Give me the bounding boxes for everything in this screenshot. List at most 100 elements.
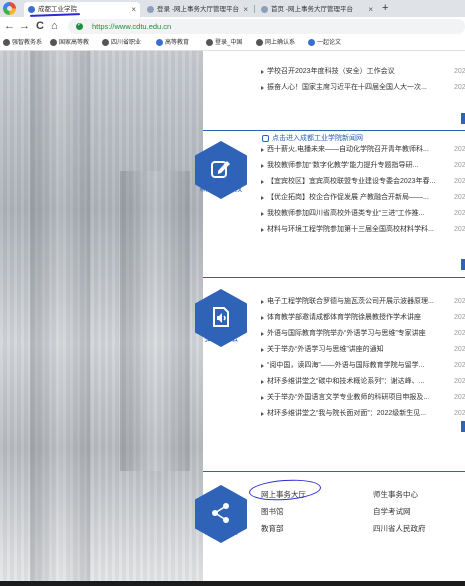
item-title[interactable]: 体育教学部邀请成都体育学院徐晨教授作学术讲座 [267, 310, 453, 326]
item-title[interactable]: 学校召开2023年度科技（安全）工作会议 [267, 64, 453, 80]
news-list: 学校召开2023年度科技（安全）工作会议 202 振奋人心！国家主席习近平在十四届… [255, 64, 465, 96]
tab-close-icon[interactable]: × [131, 2, 136, 17]
back-button[interactable]: ← [4, 18, 15, 35]
list-item[interactable]: 材料与环境工程学院参加第十三届全国高校材料学科... 202 [255, 222, 465, 238]
link-service-center[interactable]: 师生事务中心 [373, 489, 418, 500]
more-tab[interactable] [461, 113, 465, 124]
list-item[interactable]: 【宜宾校区】宜宾高校联盟专业建设专委会2023年春... 202 [255, 174, 465, 190]
tab-separator [254, 5, 255, 13]
link-library[interactable]: 图书馆 [261, 506, 284, 517]
bullet-icon [261, 164, 264, 168]
list-item[interactable]: 我校教师参加“‘数字化教学’能力提升专题指导研... 202 [255, 158, 465, 174]
list-item[interactable]: 振奋人心！国家主席习近平在十四届全国人大一次... 202 [255, 80, 465, 96]
link-self-exam[interactable]: 自学考试网 [373, 506, 411, 517]
web-page: 学校召开2023年度科技（安全）工作会议 202 振奋人心！国家主席习近平在十四届… [0, 51, 465, 581]
item-title[interactable]: 西十薪火,电播未来——自动化学院召开青年教师科... [267, 142, 453, 158]
list-item[interactable]: 关于举办“外语学习与思维”讲座的通知 202 [255, 342, 465, 358]
lecture-list: 电子工程学院联合罗德与施瓦茨公司开展示波器原理... 202 体育教学部邀请成都体… [255, 294, 465, 422]
bullet-icon [261, 412, 264, 416]
bullet-icon [261, 228, 264, 232]
browser-logo-icon [3, 2, 16, 15]
new-era-label: 新时代高教 [199, 183, 243, 193]
list-item[interactable]: 电子工程学院联合罗德与施瓦茨公司开展示波器原理... 202 [255, 294, 465, 310]
item-date: 202 [454, 84, 465, 91]
tab-close-icon[interactable]: × [368, 2, 373, 17]
bookmark-item[interactable]: 强智教务系 [3, 36, 48, 51]
item-date: 202 [454, 194, 465, 201]
bookmark-item[interactable]: 国家高等教 [50, 36, 100, 51]
bookmark-label: 高等教育 [165, 40, 190, 46]
bullet-icon [261, 148, 264, 152]
item-date: 202 [454, 226, 465, 233]
item-title[interactable]: 振奋人心！国家主席习近平在十四届全国人大一次... [267, 80, 453, 96]
item-title[interactable]: 材环多维讲堂之“碳中和技术概论系列”：谢达峰、... [267, 374, 453, 390]
list-item[interactable]: 西十薪火,电播未来——自动化学院召开青年教师科... 202 [255, 142, 465, 158]
bullet-icon [261, 396, 264, 400]
bullet-icon [261, 300, 264, 304]
new-tab-button[interactable]: + [382, 0, 388, 17]
item-title[interactable]: 材料与环境工程学院参加第十三届全国高校材料学科... [267, 222, 453, 238]
reload-button[interactable]: C [36, 18, 44, 35]
tab-home[interactable]: 首页 -网上事务大厅管理平台 × [257, 2, 377, 17]
bullet-icon [261, 70, 264, 74]
bookmark-item[interactable]: 四川省职业 [102, 36, 160, 51]
news-more-label: 点击进入成都工业学院新闻网 [272, 135, 363, 142]
more-tab[interactable] [461, 421, 465, 432]
item-title[interactable]: 关于举办“外国语言文学专业教师的科研项目申报及... [267, 390, 453, 406]
item-title[interactable]: 我校教师参加四川省高校外语类专业“三进”工作推... [267, 206, 453, 222]
list-item[interactable]: 关于举办“外国语言文学专业教师的科研项目申报及... 202 [255, 390, 465, 406]
p-icon [308, 38, 315, 46]
item-title[interactable]: 材环多维讲堂之“我与院长面对面”：2022级新生见... [267, 406, 453, 422]
item-date: 202 [454, 178, 465, 185]
list-item[interactable]: 体育教学部邀请成都体育学院徐晨教授作学术讲座 202 [255, 310, 465, 326]
bookmark-label: 四川省职业 [111, 40, 142, 46]
bullet-icon [261, 212, 264, 216]
list-item[interactable]: 外语与国际教育学院举办“外语学习与思维”专家讲座 202 [255, 326, 465, 342]
link-sichuan-gov[interactable]: 四川省人民政府 [373, 523, 426, 534]
share-icon [212, 503, 229, 523]
bullet-icon [261, 86, 264, 90]
item-title[interactable]: 外语与国际教育学院举办“外语学习与思维”专家讲座 [267, 326, 453, 342]
bookmark-item[interactable]: 登录_中国 [206, 36, 254, 51]
item-title[interactable]: 【宜宾校区】宜宾高校联盟专业建设专委会2023年春... [267, 174, 453, 190]
globe-icon [3, 38, 10, 46]
bookmark-item[interactable]: 网上确认系 [256, 36, 304, 51]
item-title[interactable]: “阅中国，读四海”——外语与国际教育学院与留学... [267, 358, 453, 374]
tab-close-icon[interactable]: × [243, 2, 248, 17]
globe-icon [102, 38, 109, 46]
audio-file-icon [213, 307, 229, 327]
item-date: 202 [454, 68, 465, 75]
item-date: 202 [454, 298, 465, 305]
tab-strip: 成都工业学院 × 登录 -网上事务大厅管理平台 × 首页 -网上事务大厅管理平台… [0, 0, 465, 17]
more-tab[interactable] [461, 259, 465, 270]
section-divider [203, 277, 465, 278]
item-date: 202 [454, 162, 465, 169]
cap-icon [256, 38, 263, 46]
link-icon [262, 134, 269, 142]
address-bar[interactable]: https://www.cdtu.edu.cn [68, 19, 465, 34]
home-button[interactable]: ⌂ [51, 18, 58, 35]
list-item[interactable]: 材环多维讲堂之“我与院长面对面”：2022级新生见... 202 [255, 406, 465, 422]
list-item[interactable]: 学校召开2023年度科技（安全）工作会议 202 [255, 64, 465, 80]
bookmark-item[interactable]: 高等教育 [156, 36, 204, 51]
tab-login[interactable]: 登录 -网上事务大厅管理平台 × [143, 2, 252, 17]
list-item[interactable]: “阅中国，读四海”——外语与国际教育学院与留学... 202 [255, 358, 465, 374]
item-title[interactable]: 我校教师参加“‘数字化教学’能力提升专题指导研... [267, 158, 453, 174]
bookmark-item[interactable]: 一起论文 [308, 36, 360, 51]
links-label: 常用链接 [203, 526, 238, 536]
item-title[interactable]: 电子工程学院联合罗德与施瓦茨公司开展示波器原理... [267, 294, 453, 310]
browser-toolbar: ← → C ⌂ https://www.cdtu.edu.cn [0, 17, 465, 36]
url-text: https://www.cdtu.edu.cn [92, 22, 172, 31]
list-item[interactable]: 我校教师参加四川省高校外语类专业“三进”工作推... 202 [255, 206, 465, 222]
list-item[interactable]: 材环多维讲堂之“碳中和技术概论系列”：谢达峰、... 202 [255, 374, 465, 390]
secure-icon [76, 21, 83, 30]
item-date: 202 [454, 378, 465, 385]
item-date: 202 [454, 410, 465, 417]
tab-title: 首页 -网上事务大厅管理平台 [271, 6, 353, 13]
item-date: 202 [454, 146, 465, 153]
forward-button[interactable]: → [19, 18, 30, 35]
link-moe[interactable]: 教育部 [261, 523, 284, 534]
list-item[interactable]: 【优企拓岗】校企合作促发展 产教融合开新局——... 202 [255, 190, 465, 206]
item-title[interactable]: 【优企拓岗】校企合作促发展 产教融合开新局——... [267, 190, 453, 206]
item-title[interactable]: 关于举办“外语学习与思维”讲座的通知 [267, 342, 453, 358]
